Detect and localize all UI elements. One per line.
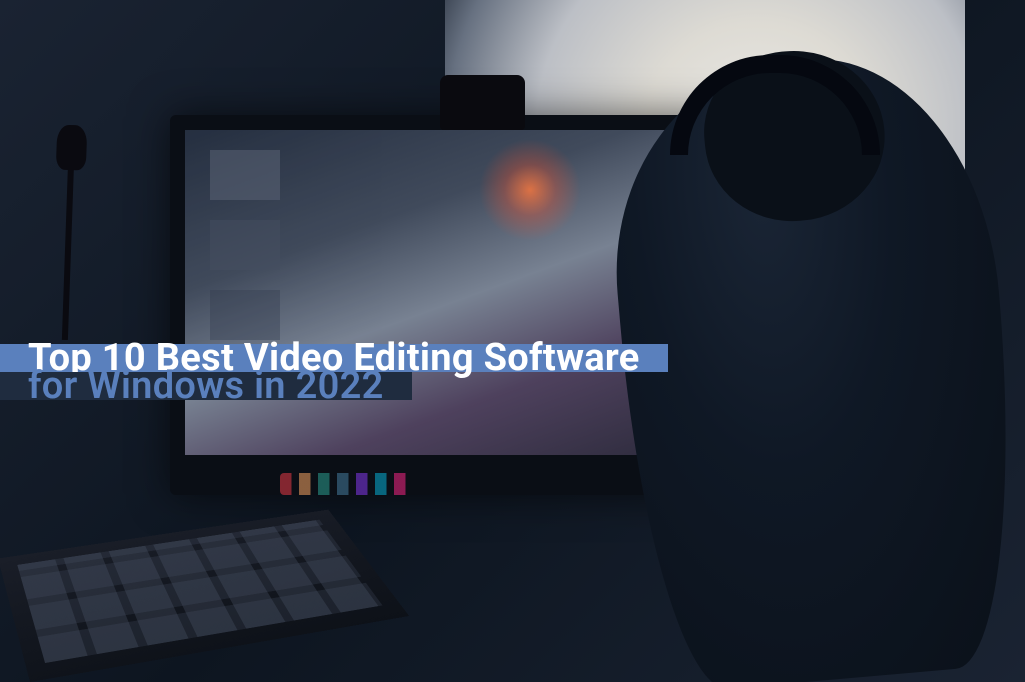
foreground-laptop [0, 510, 409, 682]
hero-title-overlay: Top 10 Best Video Editing Software for W… [0, 344, 1025, 400]
webcam-icon [440, 75, 525, 130]
lens-flare [470, 130, 590, 250]
macos-dock [280, 473, 660, 495]
hero-title-line-2: for Windows in 2022 [0, 372, 412, 400]
hero-image: Top 10 Best Video Editing Software for W… [0, 0, 1025, 682]
microphone-stand [62, 160, 74, 340]
